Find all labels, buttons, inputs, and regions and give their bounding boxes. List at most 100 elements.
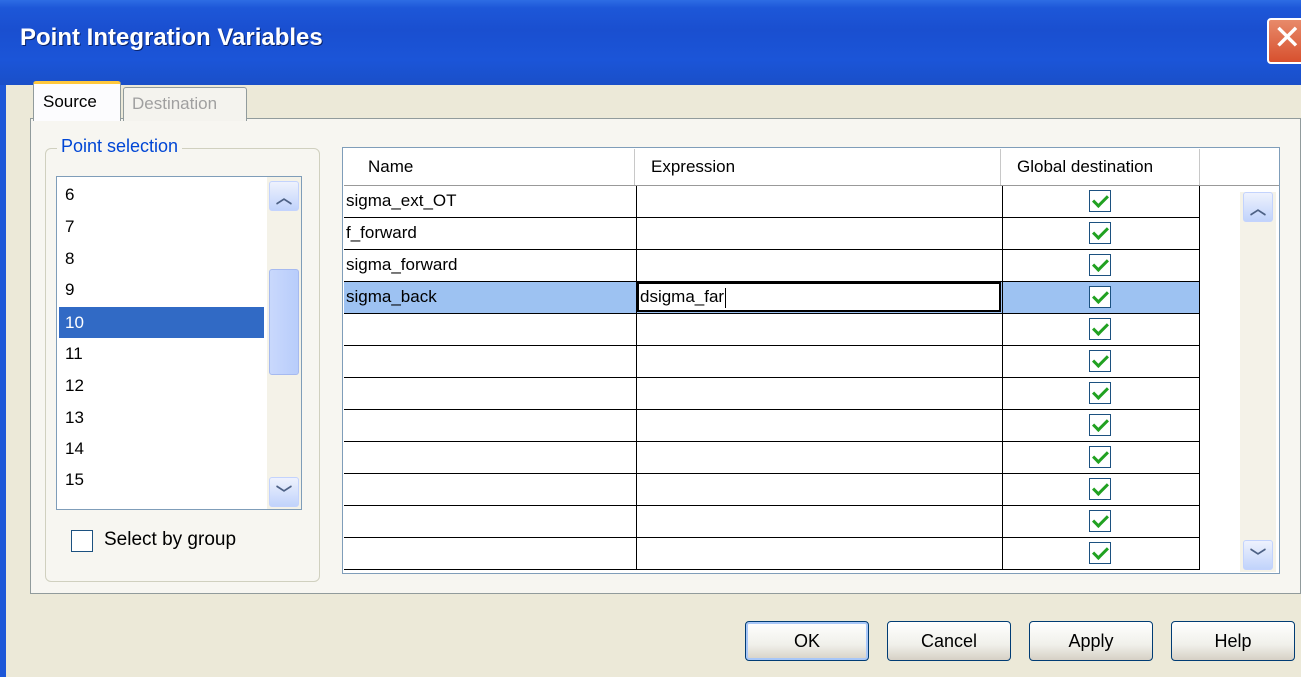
cell-global-destination [1003, 506, 1200, 538]
window-title: Point Integration Variables [20, 24, 323, 51]
grid-scrollbar[interactable]: ︿ ﹀ [1240, 192, 1276, 572]
tab-destination[interactable]: Destination [123, 87, 247, 121]
cell-expression[interactable] [637, 218, 1003, 250]
global-destination-checkbox[interactable] [1089, 414, 1111, 436]
cell-global-destination [1003, 442, 1200, 474]
cell-expression[interactable] [637, 346, 1003, 378]
global-destination-checkbox[interactable] [1089, 190, 1111, 212]
list-item[interactable]: 6 [65, 185, 74, 205]
table-row[interactable]: sigma_back dsigma_far [344, 282, 1200, 314]
table-row[interactable] [344, 378, 1200, 410]
table-row[interactable] [344, 506, 1200, 538]
variables-grid[interactable]: Name Expression Global destination sigma… [342, 147, 1280, 574]
tab-source[interactable]: Source [33, 81, 121, 121]
cancel-button[interactable]: Cancel [887, 621, 1011, 661]
global-destination-checkbox[interactable] [1089, 542, 1111, 564]
cell-name[interactable] [344, 378, 637, 410]
select-by-group-checkbox[interactable] [71, 530, 93, 552]
text-caret [725, 287, 727, 308]
list-item[interactable]: 11 [65, 344, 83, 364]
cell-global-destination [1003, 186, 1200, 218]
cell-expression[interactable]: dsigma_far [637, 282, 1003, 314]
list-item-selected[interactable]: 10 [59, 307, 264, 338]
list-item[interactable]: 12 [65, 376, 84, 396]
cell-name[interactable]: f_forward [344, 218, 637, 250]
column-header-expression[interactable]: Expression [635, 149, 1001, 185]
table-row[interactable] [344, 474, 1200, 506]
cell-expression[interactable] [637, 314, 1003, 346]
grid-scroll-up-button[interactable]: ︿ [1243, 192, 1273, 222]
close-icon: ✕ [1273, 18, 1301, 58]
cell-expression[interactable] [637, 474, 1003, 506]
cell-global-destination [1003, 538, 1200, 570]
cell-expression[interactable] [637, 186, 1003, 218]
column-header-name[interactable]: Name [344, 149, 635, 185]
expression-edit-field[interactable]: dsigma_far [637, 282, 1001, 312]
list-item[interactable]: 8 [65, 249, 74, 269]
global-destination-checkbox[interactable] [1089, 318, 1111, 340]
list-scroll-up-button[interactable]: ︿ [269, 181, 299, 211]
cell-name[interactable] [344, 346, 637, 378]
global-destination-checkbox[interactable] [1089, 446, 1111, 468]
cell-name[interactable] [344, 410, 637, 442]
grid-header: Name Expression Global destination [344, 149, 1279, 186]
global-destination-checkbox[interactable] [1089, 510, 1111, 532]
list-item[interactable]: 15 [65, 470, 84, 490]
global-destination-checkbox[interactable] [1089, 350, 1111, 372]
table-row[interactable] [344, 538, 1200, 570]
cell-global-destination [1003, 378, 1200, 410]
column-header-global-destination[interactable]: Global destination [1001, 149, 1200, 185]
grid-scroll-down-button[interactable]: ﹀ [1243, 540, 1273, 570]
cell-global-destination [1003, 314, 1200, 346]
table-row[interactable] [344, 442, 1200, 474]
cell-expression[interactable] [637, 442, 1003, 474]
table-row[interactable] [344, 410, 1200, 442]
table-row[interactable] [344, 314, 1200, 346]
list-scroll-down-button[interactable]: ﹀ [269, 477, 299, 507]
cell-expression[interactable] [637, 506, 1003, 538]
cell-global-destination [1003, 410, 1200, 442]
apply-button[interactable]: Apply [1029, 621, 1153, 661]
cell-name[interactable] [344, 538, 637, 570]
cell-global-destination [1003, 474, 1200, 506]
cell-name[interactable]: sigma_forward [344, 250, 637, 282]
ok-button[interactable]: OK [745, 621, 869, 661]
list-item[interactable]: 14 [65, 439, 84, 459]
cell-expression[interactable] [637, 250, 1003, 282]
global-destination-checkbox[interactable] [1089, 286, 1111, 308]
cell-name[interactable] [344, 474, 637, 506]
list-item[interactable]: 7 [65, 217, 74, 237]
cell-name[interactable] [344, 314, 637, 346]
point-list[interactable]: 6 7 8 9 10 11 12 13 14 15 ︿ ﹀ [56, 176, 302, 510]
help-button[interactable]: Help [1171, 621, 1295, 661]
close-button[interactable]: ✕ [1267, 18, 1301, 64]
cell-global-destination [1003, 218, 1200, 250]
cell-expression[interactable] [637, 378, 1003, 410]
expression-edit-text: dsigma_far [640, 287, 725, 306]
list-item[interactable]: 13 [65, 408, 84, 428]
table-row[interactable]: sigma_forward [344, 250, 1200, 282]
cell-global-destination [1003, 282, 1200, 314]
list-scroll-thumb[interactable] [269, 269, 299, 375]
table-row[interactable]: sigma_ext_OT [344, 186, 1200, 218]
cell-name[interactable]: sigma_back [344, 282, 637, 314]
list-scrollbar[interactable]: ︿ ﹀ [267, 177, 301, 509]
point-selection-label: Point selection [57, 136, 183, 157]
title-bar: Point Integration Variables ✕ [0, 0, 1301, 85]
table-row[interactable] [344, 346, 1200, 378]
cell-global-destination [1003, 346, 1200, 378]
chevron-down-icon: ﹀ [275, 484, 292, 503]
list-item[interactable]: 9 [65, 280, 74, 300]
cell-expression[interactable] [637, 410, 1003, 442]
cell-global-destination [1003, 250, 1200, 282]
chevron-down-icon: ﹀ [1249, 547, 1266, 566]
cell-name[interactable] [344, 506, 637, 538]
global-destination-checkbox[interactable] [1089, 254, 1111, 276]
cell-name[interactable]: sigma_ext_OT [344, 186, 637, 218]
cell-name[interactable] [344, 442, 637, 474]
global-destination-checkbox[interactable] [1089, 382, 1111, 404]
global-destination-checkbox[interactable] [1089, 478, 1111, 500]
global-destination-checkbox[interactable] [1089, 222, 1111, 244]
table-row[interactable]: f_forward [344, 218, 1200, 250]
cell-expression[interactable] [637, 538, 1003, 570]
